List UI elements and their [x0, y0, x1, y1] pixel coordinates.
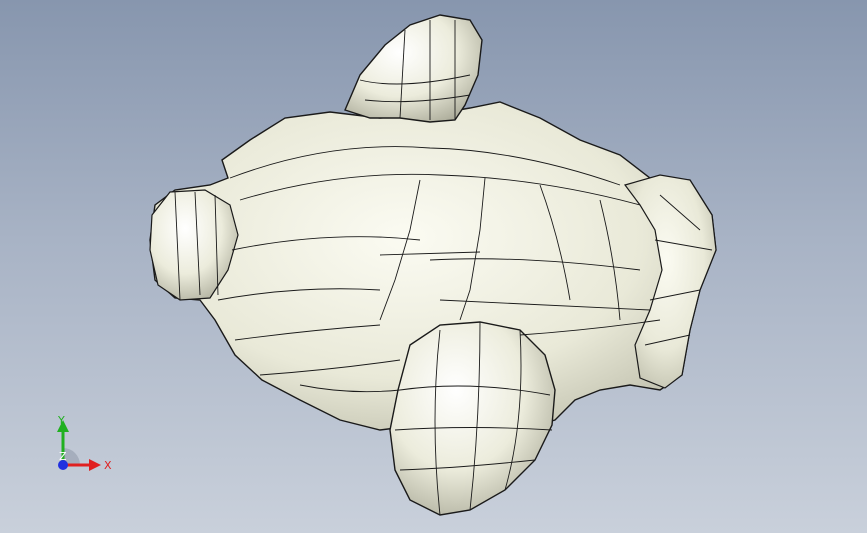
- 3d-model-view[interactable]: [0, 0, 867, 533]
- model-top-limb: [344, 14, 483, 123]
- x-axis-arrow: [89, 459, 101, 471]
- x-axis-label: X: [104, 459, 112, 472]
- coordinate-triad: Y X Z: [57, 414, 112, 472]
- graphics-viewport[interactable]: Y X Z: [0, 0, 867, 533]
- z-axis-label: Z: [59, 450, 67, 463]
- y-axis-label: Y: [57, 414, 65, 427]
